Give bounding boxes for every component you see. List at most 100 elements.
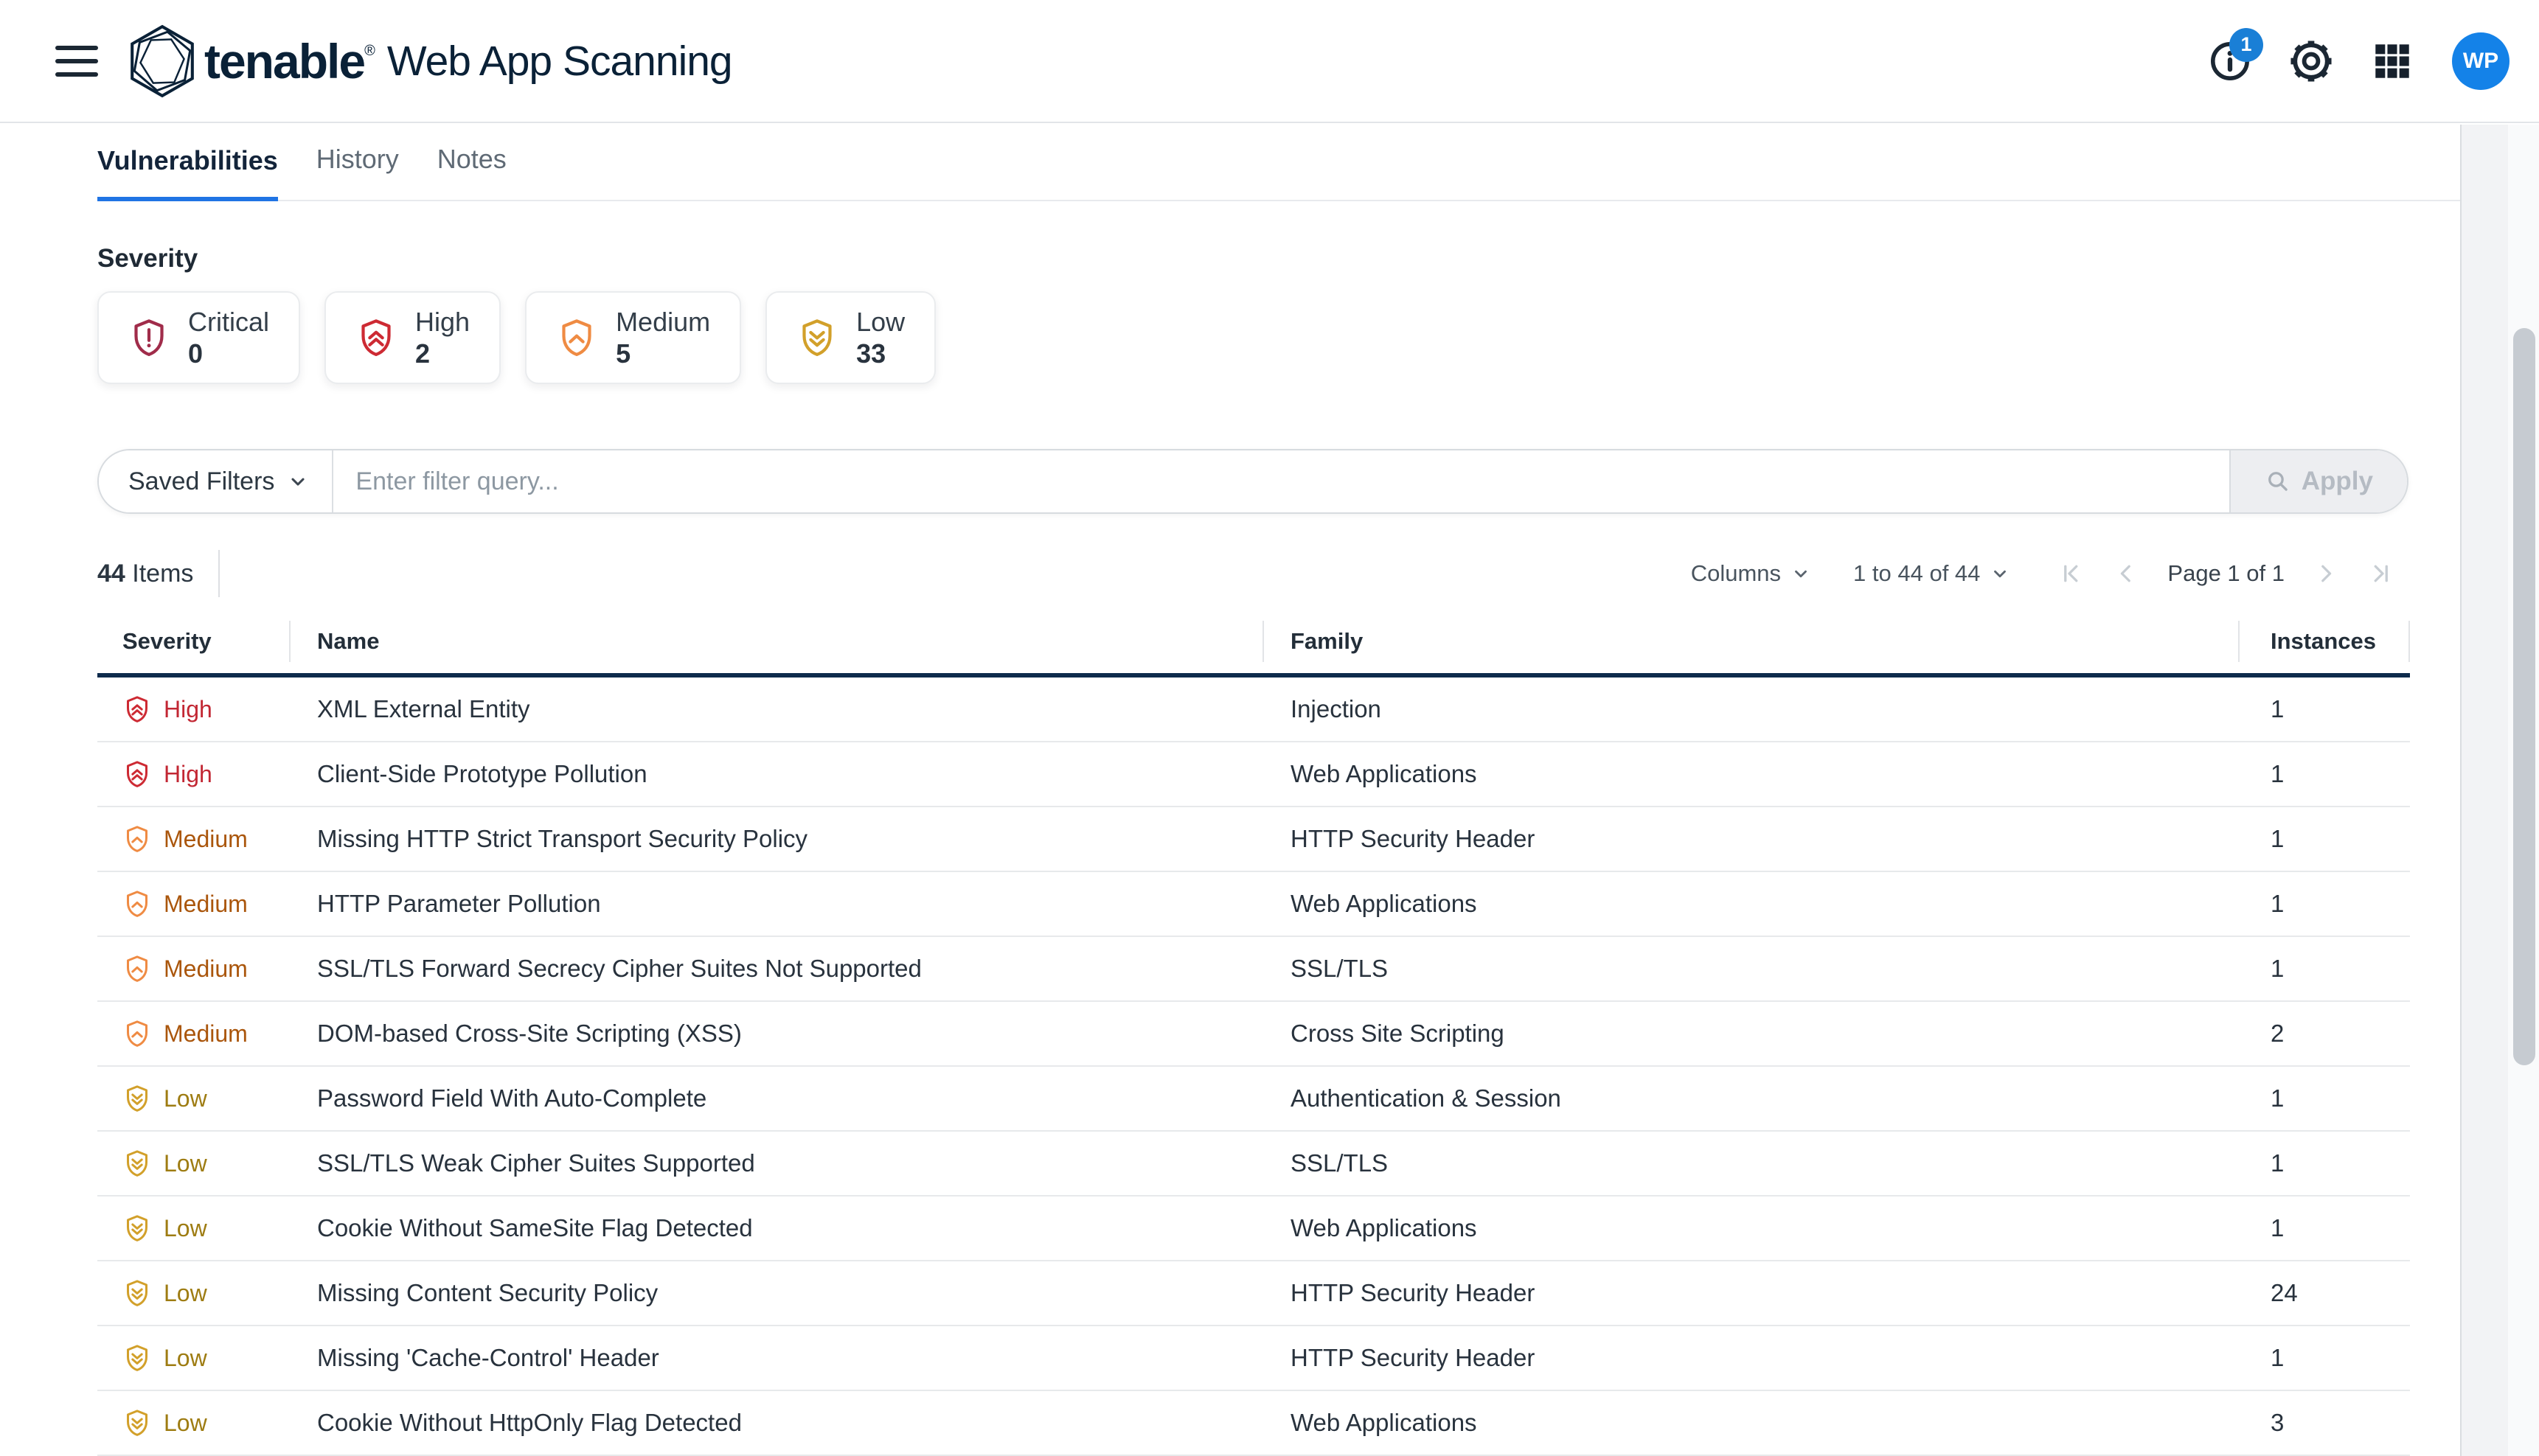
severity-card-medium[interactable]: Medium 5 xyxy=(525,291,741,384)
columns-dropdown[interactable]: Columns xyxy=(1687,560,1815,588)
last-page-icon[interactable] xyxy=(2367,560,2394,587)
rows-range-dropdown[interactable]: 1 to 44 of 44 xyxy=(1849,560,2014,588)
severity-card-label: High xyxy=(415,307,470,337)
severity-label: Low xyxy=(164,1280,207,1307)
severity-card-low[interactable]: Low 33 xyxy=(765,291,936,384)
shield-high-icon xyxy=(355,317,397,358)
next-page-icon[interactable] xyxy=(2313,560,2339,587)
family-cell: SSL/TLS xyxy=(1291,955,2266,983)
severity-card-critical[interactable]: Critical 0 xyxy=(97,291,300,384)
severity-cell: Medium xyxy=(97,889,317,919)
avatar[interactable]: WP xyxy=(2452,32,2510,90)
severity-card-count: 5 xyxy=(616,339,710,369)
table-controls-right: Columns 1 to 44 of 44 xyxy=(1687,560,2410,588)
table-row[interactable]: Low Missing Content Security Policy HTTP… xyxy=(97,1261,2410,1326)
shield-medium-icon xyxy=(122,1019,152,1048)
family-cell: Web Applications xyxy=(1291,1214,2266,1242)
shield-critical-icon xyxy=(128,317,170,358)
vulnerability-name[interactable]: Missing Content Security Policy xyxy=(317,1279,1291,1307)
vulnerability-name[interactable]: XML External Entity xyxy=(317,695,1291,723)
vulnerability-name[interactable]: Missing HTTP Strict Transport Security P… xyxy=(317,825,1291,853)
table-row[interactable]: Low SSL/TLS Weak Cipher Suites Supported… xyxy=(97,1132,2410,1197)
previous-page-icon[interactable] xyxy=(2113,560,2139,587)
menu-icon[interactable] xyxy=(55,46,98,77)
table-body: High XML External Entity Injection 1 Hig… xyxy=(97,678,2410,1456)
family-cell: Injection xyxy=(1291,695,2266,723)
severity-card-count: 2 xyxy=(415,339,470,369)
instances-cell: 1 xyxy=(2266,955,2410,983)
brand-registered-mark: ® xyxy=(364,43,375,60)
severity-label: Low xyxy=(164,1215,207,1242)
severity-label: Low xyxy=(164,1345,207,1372)
table-row[interactable]: Low Cookie Without HttpOnly Flag Detecte… xyxy=(97,1391,2410,1456)
shield-low-icon xyxy=(122,1278,152,1308)
scrollbar-track[interactable] xyxy=(2508,125,2539,1456)
vulnerability-name[interactable]: HTTP Parameter Pollution xyxy=(317,890,1291,918)
notifications-info-icon[interactable]: 1 xyxy=(2209,40,2251,83)
severity-label: Medium xyxy=(164,1020,248,1048)
items-count-label: Items xyxy=(132,560,193,588)
vulnerability-name[interactable]: Password Field With Auto-Complete xyxy=(317,1084,1291,1112)
table-row[interactable]: Low Missing 'Cache-Control' Header HTTP … xyxy=(97,1326,2410,1391)
brand-name: tenable xyxy=(204,33,364,89)
instances-cell: 1 xyxy=(2266,890,2410,918)
vulnerability-name[interactable]: Client-Side Prototype Pollution xyxy=(317,760,1291,788)
first-page-icon[interactable] xyxy=(2058,560,2085,587)
column-header-family[interactable]: Family xyxy=(1291,610,2266,673)
tab-notes[interactable]: Notes xyxy=(437,144,507,200)
vulnerability-name[interactable]: SSL/TLS Forward Secrecy Cipher Suites No… xyxy=(317,955,1291,983)
tab-vulnerabilities[interactable]: Vulnerabilities xyxy=(97,145,278,201)
vulnerability-name[interactable]: Missing 'Cache-Control' Header xyxy=(317,1344,1291,1372)
settings-gear-icon[interactable] xyxy=(2290,40,2333,83)
shield-medium-icon xyxy=(122,889,152,919)
chevron-down-icon xyxy=(1791,564,1810,583)
severity-cell: Medium xyxy=(97,824,317,854)
severity-cards: Critical 0 High 2 Medium 5 Low 33 xyxy=(97,291,2410,384)
filter-bar: Saved Filters Apply xyxy=(97,449,2408,514)
vulnerability-name[interactable]: DOM-based Cross-Site Scripting (XSS) xyxy=(317,1020,1291,1048)
table-row[interactable]: High Client-Side Prototype Pollution Web… xyxy=(97,742,2410,807)
table-row[interactable]: Medium HTTP Parameter Pollution Web Appl… xyxy=(97,872,2410,937)
tenable-hexagon-icon xyxy=(125,24,200,99)
chevron-down-icon xyxy=(288,471,308,492)
column-header-severity[interactable]: Severity xyxy=(97,610,317,673)
table-header: Severity Name Family Instances xyxy=(97,610,2410,678)
shield-high-icon xyxy=(122,694,152,724)
vulnerability-name[interactable]: Cookie Without HttpOnly Flag Detected xyxy=(317,1409,1291,1437)
tenable-logo[interactable]: tenable ® Web App Scanning xyxy=(125,24,732,99)
table-row[interactable]: High XML External Entity Injection 1 xyxy=(97,678,2410,742)
severity-label: High xyxy=(164,761,212,788)
scrollbar-thumb[interactable] xyxy=(2513,328,2535,1065)
column-header-name[interactable]: Name xyxy=(317,610,1291,673)
severity-cell: Low xyxy=(97,1408,317,1438)
shield-low-icon xyxy=(122,1213,152,1243)
family-cell: HTTP Security Header xyxy=(1291,1344,2266,1372)
apply-button[interactable]: Apply xyxy=(2229,450,2407,512)
severity-cell: Medium xyxy=(97,954,317,983)
instances-cell: 1 xyxy=(2266,695,2410,723)
saved-filters-label: Saved Filters xyxy=(128,467,274,496)
product-name: Web App Scanning xyxy=(387,37,732,86)
tab-history[interactable]: History xyxy=(316,144,399,200)
table-row[interactable]: Medium DOM-based Cross-Site Scripting (X… xyxy=(97,1002,2410,1067)
column-header-instances[interactable]: Instances xyxy=(2266,610,2410,673)
instances-cell: 3 xyxy=(2266,1409,2410,1437)
table-row[interactable]: Medium Missing HTTP Strict Transport Sec… xyxy=(97,807,2410,872)
severity-label: Medium xyxy=(164,891,248,918)
severity-card-label: Medium xyxy=(616,307,710,337)
table-row[interactable]: Medium SSL/TLS Forward Secrecy Cipher Su… xyxy=(97,937,2410,1002)
table-row[interactable]: Low Password Field With Auto-Complete Au… xyxy=(97,1067,2410,1132)
shield-low-icon xyxy=(122,1343,152,1373)
filter-query-input[interactable] xyxy=(333,450,2229,512)
table-row[interactable]: Low Cookie Without SameSite Flag Detecte… xyxy=(97,1197,2410,1261)
severity-cell: High xyxy=(97,759,317,789)
saved-filters-dropdown[interactable]: Saved Filters xyxy=(99,450,333,512)
severity-card-count: 0 xyxy=(188,339,269,369)
list-controls: 44 Items Columns 1 to 44 of 44 xyxy=(97,549,2410,598)
header-left: tenable ® Web App Scanning xyxy=(55,24,732,99)
severity-card-high[interactable]: High 2 xyxy=(324,291,501,384)
vulnerability-name[interactable]: SSL/TLS Weak Cipher Suites Supported xyxy=(317,1149,1291,1177)
vulnerability-name[interactable]: Cookie Without SameSite Flag Detected xyxy=(317,1214,1291,1242)
app-grid-icon[interactable] xyxy=(2371,40,2414,83)
shield-low-icon xyxy=(796,317,838,358)
